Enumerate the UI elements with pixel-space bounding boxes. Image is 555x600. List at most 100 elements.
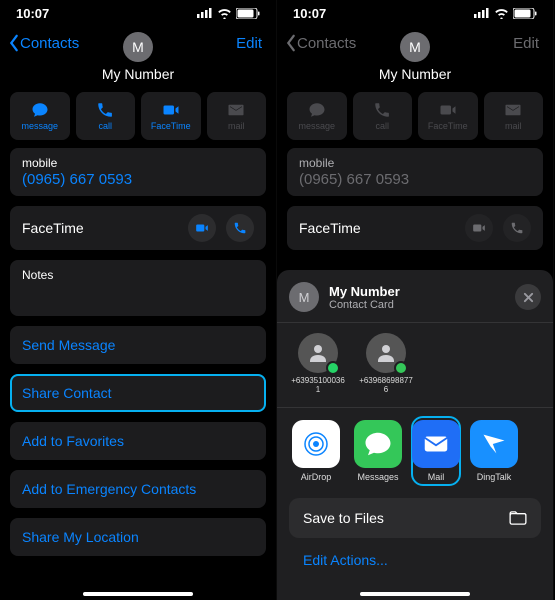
share-contact-2-label: +639686988776 [359, 377, 413, 395]
phone-right: 10:07 Contacts Edit M My Number message … [277, 0, 554, 600]
edit-button: Edit [513, 35, 545, 52]
back-button[interactable]: Contacts [8, 34, 79, 52]
avatar[interactable]: M [123, 32, 153, 62]
home-indicator[interactable] [83, 592, 193, 596]
save-to-files-button[interactable]: Save to Files [289, 498, 541, 538]
mobile-label: mobile [299, 156, 531, 170]
message-button[interactable]: message [10, 92, 70, 140]
add-emergency-link[interactable]: Add to Emergency Contacts [10, 470, 266, 508]
notes-card[interactable]: Notes [10, 260, 266, 316]
message-icon [31, 101, 49, 119]
airdrop-app[interactable]: AirDrop [291, 420, 341, 482]
battery-icon [236, 8, 260, 19]
call-label: call [98, 121, 112, 131]
sheet-avatar: M [289, 282, 319, 312]
back-button: Contacts [285, 34, 356, 52]
facetime-video-button [465, 214, 493, 242]
messages-label: Messages [357, 472, 398, 482]
phone-icon [373, 101, 391, 119]
message-label: message [21, 121, 58, 131]
facetime-row-label: FaceTime [22, 220, 84, 236]
mobile-card: mobile (0965) 667 0593 [287, 148, 543, 196]
dingtalk-app[interactable]: DingTalk [469, 420, 519, 482]
call-label: call [375, 121, 389, 131]
facetime-row-label: FaceTime [299, 220, 361, 236]
folder-icon [509, 511, 527, 525]
add-favorites-link[interactable]: Add to Favorites [10, 422, 266, 460]
facetime-button[interactable]: FaceTime [141, 92, 201, 140]
facetime-label: FaceTime [428, 121, 468, 131]
mail-icon [227, 101, 245, 119]
mail-button: mail [207, 92, 267, 140]
message-icon [308, 101, 326, 119]
person-icon [298, 333, 338, 373]
signal-icon [474, 8, 490, 18]
mobile-value: (0965) 667 0593 [299, 171, 531, 188]
status-bar: 10:07 [0, 0, 276, 26]
share-location-link[interactable]: Share My Location [10, 518, 266, 556]
mail-app-label: Mail [428, 472, 445, 482]
messages-icon [354, 420, 402, 468]
status-bar: 10:07 [277, 0, 553, 26]
contact-name: My Number [379, 66, 451, 82]
mail-label: mail [228, 121, 245, 131]
facetime-card: FaceTime [10, 206, 266, 250]
dingtalk-label: DingTalk [477, 472, 512, 482]
sheet-subtitle: Contact Card [329, 299, 505, 311]
phone-icon [96, 101, 114, 119]
share-contact-link[interactable]: Share Contact [10, 374, 266, 412]
action-row: message call FaceTime mail [277, 82, 553, 148]
share-contact-1-label: +639351000361 [291, 377, 345, 395]
message-label: message [298, 121, 335, 131]
mail-app-icon [412, 420, 460, 468]
facetime-audio-button[interactable] [226, 214, 254, 242]
mail-label: mail [505, 121, 522, 131]
video-icon [439, 101, 457, 119]
home-indicator[interactable] [360, 592, 470, 596]
dingtalk-icon [470, 420, 518, 468]
share-apps-row: AirDrop Messages Mail DingTalk [277, 418, 553, 494]
messages-app[interactable]: Messages [353, 420, 403, 482]
video-icon [162, 101, 180, 119]
back-label: Contacts [20, 35, 79, 52]
sheet-title: My Number [329, 284, 505, 299]
share-sheet: M My Number Contact Card +639351000361 +… [277, 270, 553, 600]
wifi-icon [494, 8, 509, 19]
facetime-video-button[interactable] [188, 214, 216, 242]
mobile-value: (0965) 667 0593 [22, 171, 254, 188]
close-button[interactable] [515, 284, 541, 310]
save-to-files-label: Save to Files [303, 510, 384, 526]
battery-icon [513, 8, 537, 19]
send-message-link[interactable]: Send Message [10, 326, 266, 364]
mail-button: mail [484, 92, 544, 140]
facetime-card: FaceTime [287, 206, 543, 250]
message-button: message [287, 92, 347, 140]
airdrop-icon [292, 420, 340, 468]
airdrop-label: AirDrop [301, 472, 332, 482]
signal-icon [197, 8, 213, 18]
facetime-audio-button [503, 214, 531, 242]
mobile-card[interactable]: mobile (0965) 667 0593 [10, 148, 266, 196]
mail-icon [504, 101, 522, 119]
share-contacts-row: +639351000361 +639686988776 [277, 333, 553, 407]
facetime-button: FaceTime [418, 92, 478, 140]
mobile-label: mobile [22, 156, 254, 170]
facetime-label: FaceTime [151, 121, 191, 131]
notes-label: Notes [22, 268, 254, 282]
avatar: M [400, 32, 430, 62]
edit-actions-link[interactable]: Edit Actions... [277, 548, 553, 572]
edit-button[interactable]: Edit [236, 35, 268, 52]
person-icon [366, 333, 406, 373]
status-time: 10:07 [16, 6, 49, 21]
phone-left: 10:07 Contacts Edit M My Number message … [0, 0, 277, 600]
status-time: 10:07 [293, 6, 326, 21]
contact-name: My Number [102, 66, 174, 82]
mail-app[interactable]: Mail [411, 416, 461, 486]
call-button: call [353, 92, 413, 140]
call-button[interactable]: call [76, 92, 136, 140]
close-icon [523, 292, 534, 303]
share-contact-2[interactable]: +639686988776 [359, 333, 413, 395]
action-row: message call FaceTime mail [0, 82, 276, 148]
back-label: Contacts [297, 35, 356, 52]
share-contact-1[interactable]: +639351000361 [291, 333, 345, 395]
